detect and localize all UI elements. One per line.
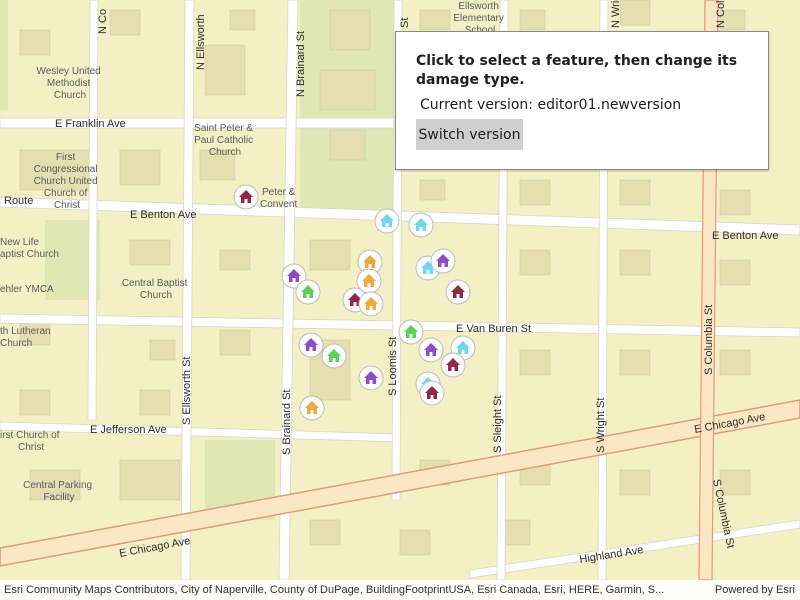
label-wright-south: S Wright St	[595, 398, 607, 453]
current-version-label: Current version: editor01.newversion	[420, 97, 682, 113]
label-ymca: ehler YMCA	[0, 284, 54, 295]
label-brainard-south: S Brainard St	[281, 390, 293, 455]
label-route: Route	[4, 195, 33, 207]
attribution-text: Esri Community Maps Contributors, City o…	[4, 584, 665, 596]
label-van-buren: E Van Buren St	[456, 323, 531, 335]
version-panel: Click to select a feature, then change i…	[395, 31, 769, 170]
powered-by-esri-link[interactable]: Powered by Esri	[715, 580, 795, 600]
label-peter-convent: Peter & Convent	[260, 187, 298, 210]
label-franklin: E Franklin Ave	[55, 118, 126, 130]
label-columbia-north: N Col	[715, 0, 727, 28]
damage-feature-marker[interactable]	[298, 332, 324, 358]
map-app: E Franklin Ave Route E Benton Ave E Bent…	[0, 0, 800, 600]
label-loomis-north: St	[399, 18, 411, 28]
label-n-co: N Co	[97, 9, 109, 34]
switch-version-button[interactable]: Switch version	[416, 119, 523, 150]
label-ellsworth-north: N Ellsworth	[195, 14, 207, 70]
damage-feature-marker[interactable]	[295, 279, 321, 305]
label-loomis-south: S Loomis St	[387, 337, 399, 396]
label-jefferson: E Jefferson Ave	[90, 424, 167, 436]
damage-feature-marker[interactable]	[358, 365, 384, 391]
damage-feature-marker[interactable]	[233, 184, 259, 210]
damage-feature-marker[interactable]	[440, 352, 466, 378]
damage-feature-marker[interactable]	[398, 319, 424, 345]
damage-feature-marker[interactable]	[299, 395, 325, 421]
label-ellsworth-south: S Ellsworth St	[181, 357, 193, 425]
damage-feature-marker[interactable]	[418, 337, 444, 363]
damage-feature-marker[interactable]	[321, 343, 347, 369]
damage-feature-marker[interactable]	[445, 279, 471, 305]
label-benton-east: E Benton Ave	[712, 230, 778, 242]
damage-feature-marker[interactable]	[430, 248, 456, 274]
damage-feature-marker[interactable]	[419, 380, 445, 406]
damage-feature-marker[interactable]	[374, 208, 400, 234]
damage-feature-marker[interactable]	[358, 291, 384, 317]
road-west	[87, 0, 99, 421]
label-columbia-south: S Columbia St	[703, 305, 715, 375]
label-sleight: S Sleight St	[492, 396, 504, 453]
panel-instructions: Click to select a feature, then change i…	[416, 53, 738, 88]
damage-feature-marker[interactable]	[408, 212, 434, 238]
label-benton-west: E Benton Ave	[130, 209, 196, 221]
label-wright-north: N Wright	[610, 0, 622, 28]
label-brainard-north: N Brainard St	[295, 31, 307, 97]
attribution-bar: Esri Community Maps Contributors, City o…	[0, 580, 800, 600]
